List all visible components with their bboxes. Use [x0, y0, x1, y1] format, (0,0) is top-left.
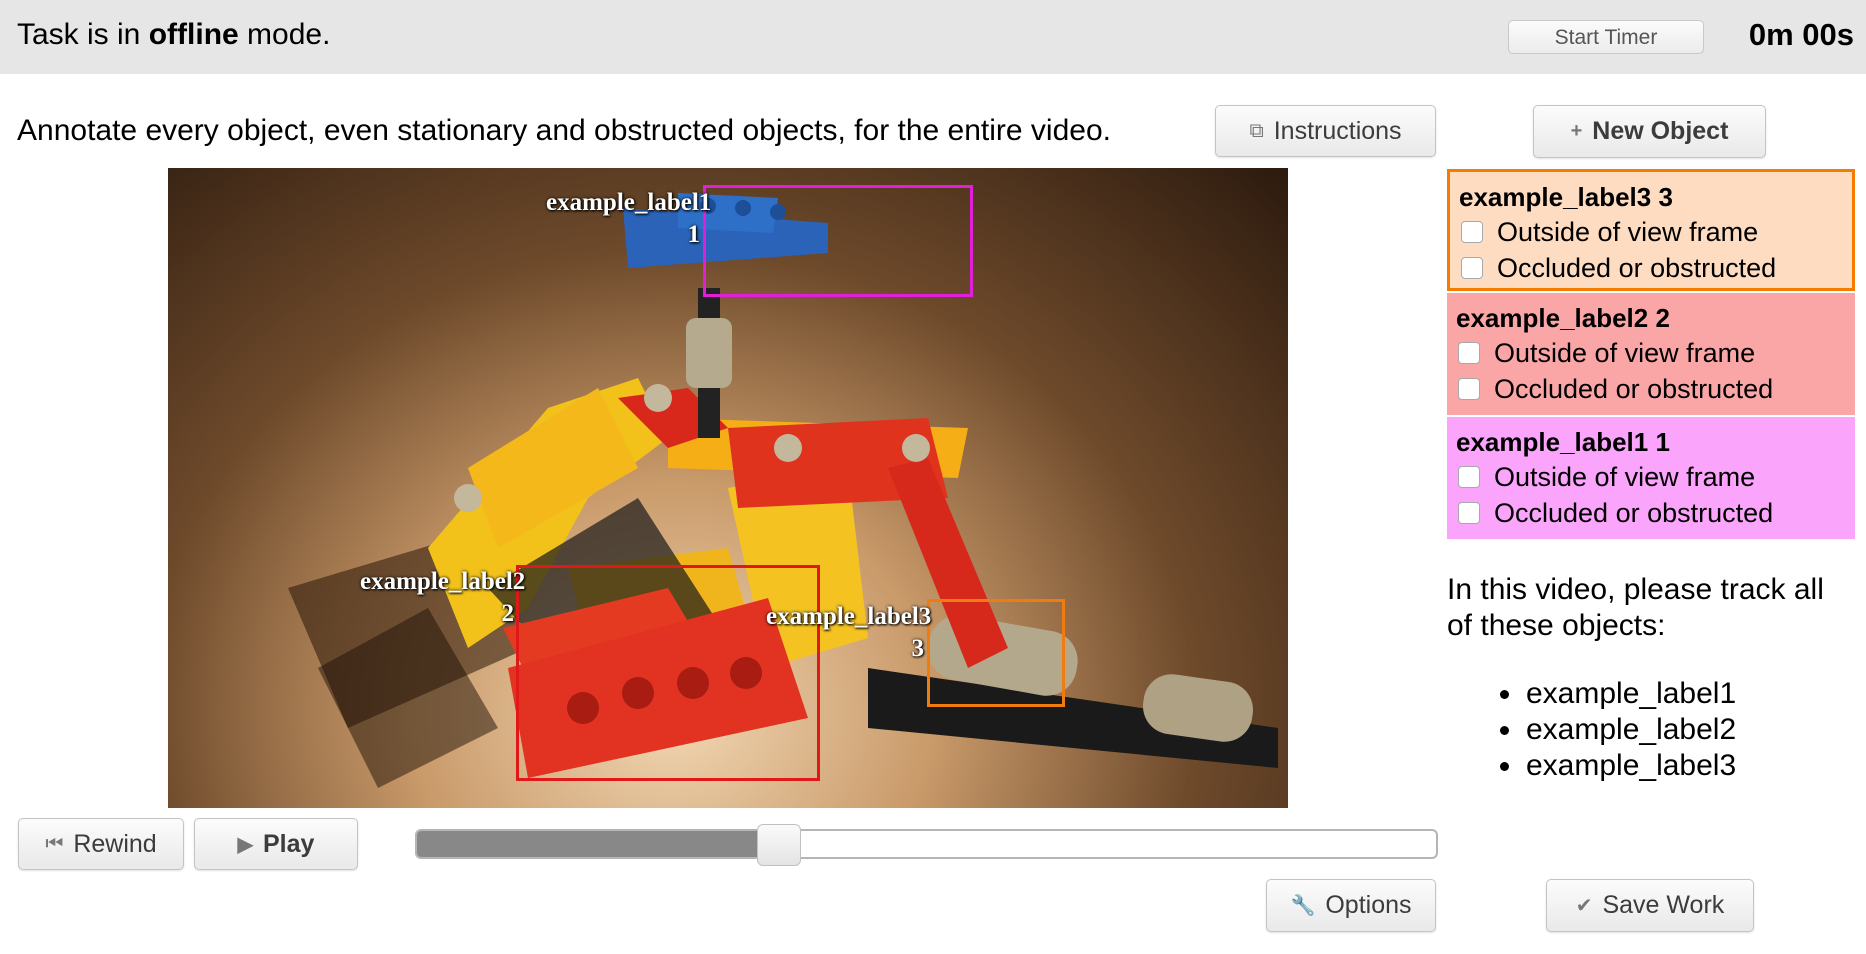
- bbox-label-id: 1: [687, 221, 701, 248]
- bbox-example-label1[interactable]: [703, 185, 973, 297]
- outside-view-checkbox-row[interactable]: Outside of view frame: [1459, 214, 1842, 250]
- mode-suffix: mode.: [238, 18, 331, 51]
- occluded-checkbox-row[interactable]: Occluded or obstructed: [1456, 371, 1845, 407]
- occluded-checkbox[interactable]: [1458, 502, 1480, 524]
- bbox-label-example-label3: example_label3 3: [766, 601, 932, 665]
- save-work-button[interactable]: ✔ Save Work: [1546, 879, 1754, 932]
- list-item: example_label3: [1499, 749, 1737, 782]
- save-work-button-label: Save Work: [1602, 891, 1725, 919]
- popout-icon: ⧉: [1249, 119, 1264, 142]
- new-object-button[interactable]: + New Object: [1533, 105, 1766, 158]
- status-bar: Task is in offline mode. Start Timer 0m …: [0, 0, 1866, 74]
- bbox-label-example-label2: example_label2 2: [360, 566, 526, 630]
- occluded-checkbox[interactable]: [1461, 257, 1483, 279]
- play-button-label: Play: [262, 829, 315, 858]
- mode-status-text: Task is in offline mode.: [17, 17, 330, 53]
- rewind-button[interactable]: ⏮ Rewind: [18, 818, 184, 870]
- outside-view-checkbox-row[interactable]: Outside of view frame: [1456, 335, 1845, 371]
- bbox-label-name: example_label2: [360, 568, 526, 595]
- scrubber-handle[interactable]: [756, 824, 801, 866]
- bbox-example-label2[interactable]: [516, 565, 820, 781]
- bbox-label-example-label1: example_label1 1: [546, 187, 712, 251]
- occluded-label: Occluded or obstructed: [1494, 498, 1774, 528]
- object-card-title: example_label3 3: [1459, 182, 1673, 212]
- object-card-example-label1[interactable]: example_label1 1 Outside of view frame O…: [1447, 417, 1855, 539]
- options-button-label: Options: [1325, 891, 1412, 919]
- instructions-button[interactable]: ⧉ Instructions: [1215, 105, 1436, 157]
- rewind-button-label: Rewind: [73, 829, 157, 858]
- list-item: example_label1: [1499, 677, 1737, 710]
- mode-name: offline: [148, 18, 239, 51]
- outside-view-label: Outside of view frame: [1494, 338, 1756, 368]
- occluded-label: Occluded or obstructed: [1497, 253, 1777, 283]
- play-button[interactable]: ▶ Play: [194, 818, 358, 870]
- outside-view-checkbox[interactable]: [1458, 466, 1480, 488]
- wrench-icon: 🔧: [1290, 895, 1316, 917]
- occluded-checkbox-row[interactable]: Occluded or obstructed: [1459, 250, 1842, 286]
- start-timer-button[interactable]: Start Timer: [1508, 20, 1704, 54]
- bbox-label-id: 3: [911, 635, 925, 662]
- object-card-title: example_label1 1: [1456, 427, 1670, 457]
- occluded-label: Occluded or obstructed: [1494, 374, 1774, 404]
- instructions-button-label: Instructions: [1273, 116, 1402, 145]
- task-instructions: Annotate every object, even stationary a…: [17, 114, 1111, 147]
- list-item: example_label2: [1499, 713, 1737, 746]
- timer-display: 0m 00s: [1748, 17, 1854, 52]
- outside-view-checkbox-row[interactable]: Outside of view frame: [1456, 459, 1845, 495]
- new-object-button-label: New Object: [1592, 117, 1729, 145]
- rewind-icon: ⏮: [45, 832, 64, 855]
- outside-view-label: Outside of view frame: [1494, 462, 1756, 492]
- outside-view-checkbox[interactable]: [1461, 221, 1483, 243]
- checkmark-icon: ✔: [1575, 895, 1593, 917]
- plus-icon: +: [1570, 120, 1583, 142]
- object-card-example-label2[interactable]: example_label2 2 Outside of view frame O…: [1447, 293, 1855, 415]
- options-button[interactable]: 🔧 Options: [1266, 879, 1436, 932]
- scrubber-progress: [417, 831, 779, 857]
- video-scrubber[interactable]: [415, 824, 1438, 866]
- bbox-label-name: example_label3: [766, 603, 932, 630]
- mode-prefix: Task is in: [17, 18, 149, 51]
- object-card-example-label3[interactable]: example_label3 3 Outside of view frame O…: [1447, 169, 1855, 291]
- object-card-title: example_label2 2: [1456, 303, 1670, 333]
- bbox-label-name: example_label1: [546, 189, 712, 216]
- outside-view-label: Outside of view frame: [1497, 217, 1759, 247]
- play-icon: ▶: [237, 833, 253, 856]
- track-objects-list: example_label1 example_label2 example_la…: [1499, 676, 1737, 784]
- bbox-example-label3[interactable]: [927, 599, 1065, 707]
- occluded-checkbox-row[interactable]: Occluded or obstructed: [1456, 495, 1845, 531]
- video-frame[interactable]: example_label1 1 example_label2 2 exampl…: [168, 168, 1288, 808]
- bbox-label-id: 2: [501, 600, 515, 627]
- track-instructions: In this video, please track all of these…: [1447, 573, 1824, 642]
- occluded-checkbox[interactable]: [1458, 378, 1480, 400]
- outside-view-checkbox[interactable]: [1458, 342, 1480, 364]
